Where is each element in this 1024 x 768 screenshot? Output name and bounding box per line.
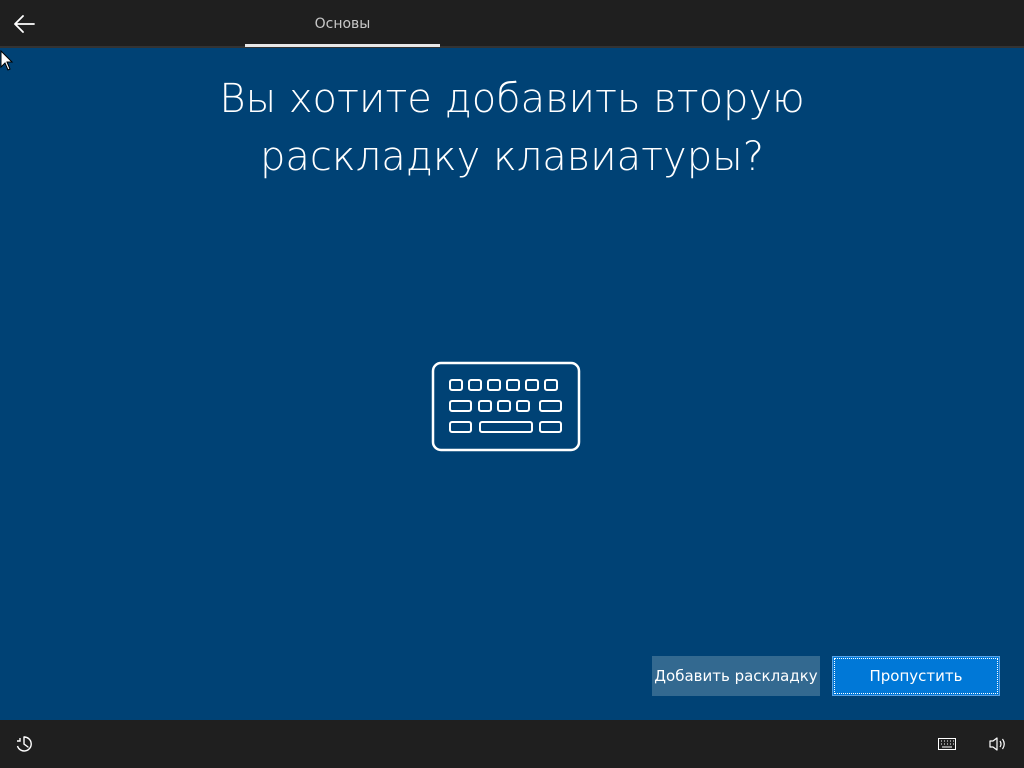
bottom-bar [0,720,1024,768]
tab-basics-label: Основы [314,16,371,32]
tab-basics[interactable]: Основы [245,0,440,48]
top-bar: Основы [0,0,1024,48]
header-divider [0,46,1024,48]
ease-of-access-button[interactable] [12,732,36,756]
mouse-pointer-icon [0,50,14,71]
keyboard-icon [938,738,956,750]
back-button[interactable] [6,6,42,42]
volume-icon [989,737,1005,751]
page-title: Вы хотите добавить вторую раскладку клав… [219,76,805,180]
keyboard-layout-button[interactable] [935,732,959,756]
skip-button[interactable]: Пропустить [832,656,1000,696]
arrow-left-icon [14,15,35,33]
active-tab-indicator [245,44,440,47]
add-layout-button[interactable]: Добавить раскладку [652,656,820,696]
keyboard-illustration-icon [431,361,581,452]
ease-of-access-icon [16,736,32,752]
volume-button[interactable] [986,732,1010,756]
